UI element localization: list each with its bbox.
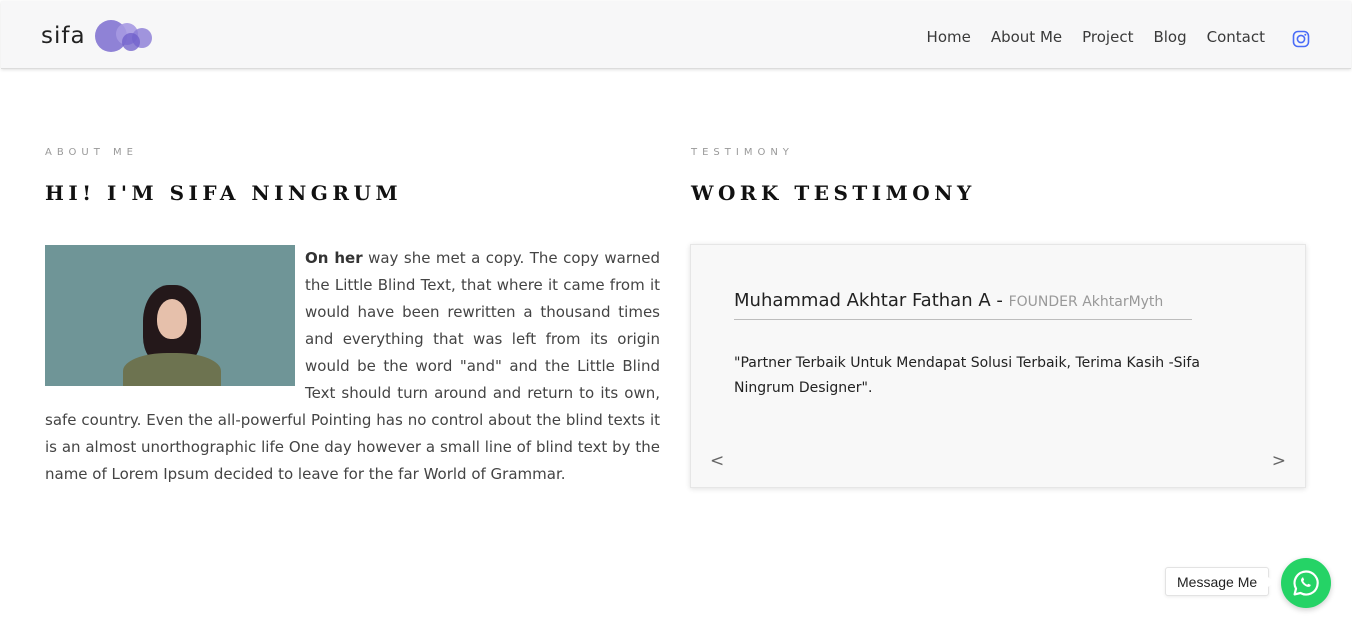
about-eyebrow: ABOUT ME [45,147,138,158]
about-heading: HI! I'M SIFA NINGRUM [45,181,403,205]
whatsapp-button[interactable] [1281,558,1331,608]
testimony-author-name: Muhammad Akhtar Fathan A - [734,290,1009,311]
testimony-card: Muhammad Akhtar Fathan A - FOUNDER Akhta… [690,244,1306,488]
testimony-eyebrow: TESTIMONY [691,147,794,158]
bubbles-logo-icon [94,20,152,52]
nav-project[interactable]: Project [1082,28,1133,46]
message-me-label[interactable]: Message Me [1165,567,1275,596]
nav-blog[interactable]: Blog [1153,28,1186,46]
nav-home[interactable]: Home [927,28,971,46]
brand-link[interactable]: sifa [41,19,154,53]
about-lead: On her [305,249,363,267]
nav-contact[interactable]: Contact [1207,28,1265,46]
about-text: On her way she met a copy. The copy warn… [45,245,660,488]
instagram-icon[interactable] [1292,30,1310,48]
carousel-prev-button[interactable]: < [710,451,724,471]
testimony-author: Muhammad Akhtar Fathan A - FOUNDER Akhta… [734,290,1192,320]
navbar: sifa Home About Me Project Blog Contact [1,1,1351,69]
nav-about-me[interactable]: About Me [991,28,1062,46]
brand-name: sifa [41,23,86,49]
whatsapp-icon [1293,570,1319,596]
testimony-quote: "Partner Terbaik Untuk Mendapat Solusi T… [734,355,1200,396]
carousel-next-button[interactable]: > [1272,451,1286,471]
testimony-heading: WORK TESTIMONY [691,181,976,205]
main-nav: Home About Me Project Blog Contact [927,28,1265,46]
profile-photo [45,245,295,386]
testimony-author-role: FOUNDER AkhtarMyth [1008,294,1164,310]
